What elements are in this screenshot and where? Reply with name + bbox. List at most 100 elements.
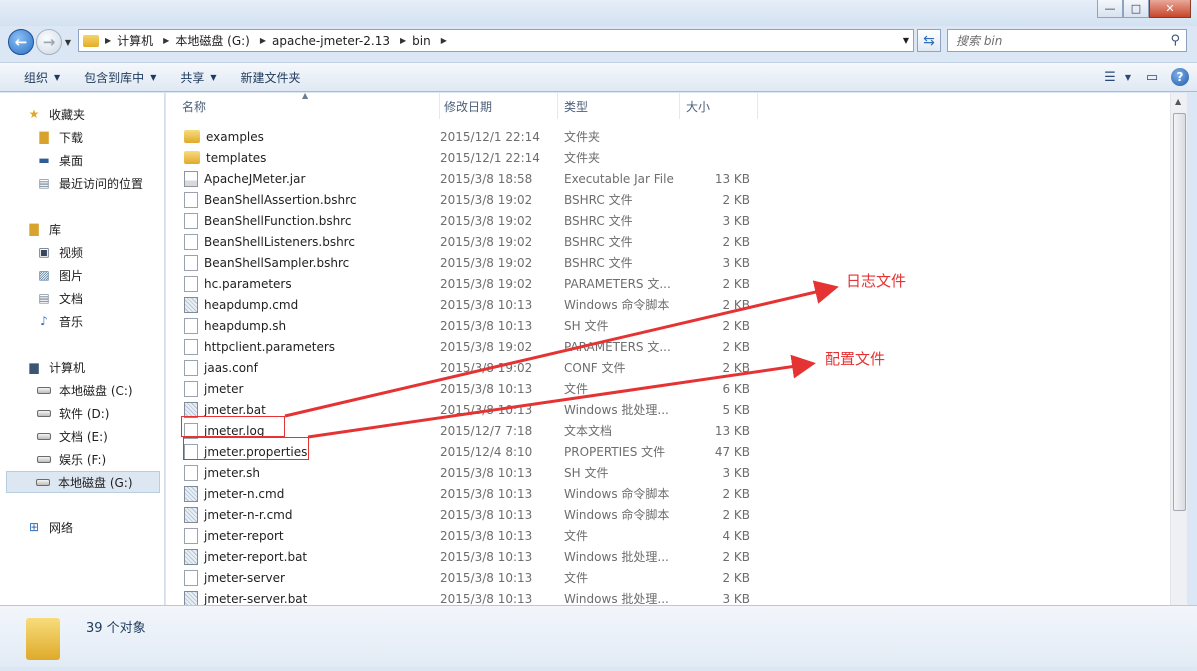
file-row[interactable]: jmeter-n-r.cmd 2015/3/8 10:13 Windows 命令脚本… bbox=[166, 504, 1187, 525]
file-name-cell: BeanShellListeners.bshrc bbox=[166, 233, 440, 250]
view-options-icon[interactable]: ☰ bbox=[1099, 67, 1121, 87]
nav-videos[interactable]: ▣ 视频 bbox=[36, 241, 83, 263]
nav-libraries[interactable]: ▇ 库 bbox=[26, 218, 61, 240]
file-row[interactable]: jmeter-server.bat 2015/3/8 10:13 Windows 批… bbox=[166, 588, 1187, 605]
file-row[interactable]: hc.parameters 2015/3/8 19:02 PARAMETERS 文.… bbox=[166, 273, 1187, 294]
annotation-log-file: 日志文件 bbox=[846, 272, 907, 290]
file-row[interactable]: BeanShellAssertion.bshrc 2015/3/8 19:02 BS… bbox=[166, 189, 1187, 210]
file-name-cell: hc.parameters bbox=[166, 275, 440, 292]
search-input[interactable] bbox=[948, 30, 1148, 51]
file-row[interactable]: jmeter.log 2015/12/7 7:18 文本文档 13 KB bbox=[166, 420, 1187, 441]
help-icon[interactable]: ? bbox=[1171, 68, 1189, 86]
scroll-up-icon[interactable]: ▲ bbox=[1175, 97, 1181, 106]
refresh-button[interactable]: ⇆ bbox=[917, 29, 941, 52]
recent-pages-dropdown[interactable]: ▼ bbox=[62, 38, 74, 47]
chevron-right-icon[interactable]: ▶ bbox=[260, 36, 266, 45]
file-name-cell: BeanShellFunction.bshrc bbox=[166, 212, 440, 229]
scroll-thumb[interactable] bbox=[1173, 113, 1186, 511]
file-date-cell: 2015/12/7 7:18 bbox=[440, 423, 533, 438]
nav-music[interactable]: ♪ 音乐 bbox=[36, 310, 83, 332]
file-name-cell: jmeter-n-r.cmd bbox=[166, 506, 440, 523]
nav-pictures[interactable]: ▨ 图片 bbox=[36, 264, 83, 286]
file-row[interactable]: jmeter-report.bat 2015/3/8 10:13 Windows 批… bbox=[166, 546, 1187, 567]
nav-computer[interactable]: ▆ 计算机 bbox=[26, 356, 85, 378]
highlight-box-properties bbox=[183, 437, 309, 460]
address-history-dropdown[interactable]: ▼ bbox=[903, 36, 909, 45]
file-row[interactable]: heapdump.cmd 2015/3/8 10:13 Windows 命令脚本 2 … bbox=[166, 294, 1187, 315]
include-library-menu[interactable]: 包含到库中 ▼ bbox=[72, 69, 168, 86]
file-row[interactable]: heapdump.sh 2015/3/8 10:13 SH 文件 2 KB bbox=[166, 315, 1187, 336]
nav-network[interactable]: ⊞ 网络 bbox=[26, 516, 73, 538]
nav-drive-d[interactable]: 软件 (D:) bbox=[36, 402, 109, 424]
file-type-cell: 文件夹 bbox=[564, 130, 601, 144]
chevron-down-icon: ▼ bbox=[210, 72, 217, 82]
file-date-cell: 2015/3/8 10:13 bbox=[440, 402, 533, 417]
minimize-button[interactable]: — bbox=[1097, 0, 1123, 18]
breadcrumb-bin[interactable]: bin bbox=[412, 34, 431, 48]
nav-drive-e[interactable]: 文档 (E:) bbox=[36, 425, 108, 447]
file-row[interactable]: httpclient.parameters 2015/3/8 19:02 PARAM… bbox=[166, 336, 1187, 357]
file-icon bbox=[184, 191, 198, 208]
nav-documents[interactable]: ▤ 文档 bbox=[36, 287, 83, 309]
chevron-right-icon[interactable]: ▶ bbox=[400, 36, 406, 45]
desktop-icon: ▬ bbox=[38, 153, 50, 167]
recent-places-icon: ▤ bbox=[38, 176, 50, 190]
drive-icon bbox=[36, 429, 52, 443]
nav-drive-c[interactable]: 本地磁盘 (C:) bbox=[36, 379, 133, 401]
nav-downloads[interactable]: ▇ 下载 bbox=[36, 126, 83, 148]
chevron-right-icon[interactable]: ▶ bbox=[163, 36, 169, 45]
file-row[interactable]: jmeter.sh 2015/3/8 10:13 SH 文件 3 KB bbox=[166, 462, 1187, 483]
breadcrumb-computer[interactable]: 计算机 bbox=[117, 32, 153, 49]
file-row[interactable]: jmeter-report 2015/3/8 10:13 文件 4 KB bbox=[166, 525, 1187, 546]
highlight-box-log bbox=[181, 416, 285, 437]
nav-recent-places[interactable]: ▤ 最近访问的位置 bbox=[36, 172, 143, 194]
organize-menu[interactable]: 组织 ▼ bbox=[0, 69, 72, 86]
close-button[interactable]: ✕ bbox=[1149, 0, 1191, 18]
file-type-cell: PROPERTIES 文件 bbox=[564, 445, 666, 459]
nav-drive-g[interactable]: 本地磁盘 (G:) bbox=[6, 471, 160, 493]
file-row[interactable]: examples 2015/12/1 22:14 文件夹 bbox=[166, 126, 1187, 147]
nav-drive-f[interactable]: 娱乐 (F:) bbox=[36, 448, 106, 470]
file-row[interactable]: ApacheJMeter.jar 2015/3/8 18:58 Executable… bbox=[166, 168, 1187, 189]
file-row[interactable]: jaas.conf 2015/3/8 19:02 CONF 文件 2 KB bbox=[166, 357, 1187, 378]
file-type-cell: BSHRC 文件 bbox=[564, 256, 633, 270]
back-button[interactable]: ← bbox=[8, 29, 34, 55]
file-size-cell: 5 KB bbox=[722, 402, 750, 417]
file-row[interactable]: jmeter.bat 2015/3/8 10:13 Windows 批处理... 5 … bbox=[166, 399, 1187, 420]
file-type-cell: Windows 命令脚本 bbox=[564, 508, 670, 522]
file-row[interactable]: BeanShellSampler.bshrc 2015/3/8 19:02 BSHR… bbox=[166, 252, 1187, 273]
file-row[interactable]: BeanShellFunction.bshrc 2015/3/8 19:02 BSH… bbox=[166, 210, 1187, 231]
file-type-cell: PARAMETERS 文... bbox=[564, 340, 671, 354]
new-folder-button[interactable]: 新建文件夹 bbox=[229, 69, 313, 86]
preview-pane-icon[interactable]: ▭ bbox=[1141, 67, 1163, 87]
search-icon[interactable]: ⚲ bbox=[1170, 33, 1180, 48]
column-headers: ▲ 名称 修改日期 类型 大小 bbox=[166, 93, 1187, 119]
vertical-scrollbar[interactable]: ▲ bbox=[1170, 93, 1187, 605]
breadcrumb-jmeter[interactable]: apache-jmeter-2.13 bbox=[272, 34, 390, 48]
chevron-right-icon[interactable]: ▶ bbox=[441, 36, 447, 45]
file-row[interactable]: jmeter-n.cmd 2015/3/8 10:13 Windows 命令脚本 2 … bbox=[166, 483, 1187, 504]
arrow-right-icon: → bbox=[42, 33, 56, 51]
search-box[interactable]: ⚲ bbox=[947, 29, 1187, 52]
chevron-down-icon[interactable]: ▼ bbox=[1123, 67, 1133, 87]
file-row[interactable]: jmeter.properties 2015/12/4 8:10 PROPERTIE… bbox=[166, 441, 1187, 462]
nav-favorites[interactable]: ★ 收藏夹 bbox=[26, 103, 85, 125]
file-row[interactable]: jmeter-server 2015/3/8 10:13 文件 2 KB bbox=[166, 567, 1187, 588]
system-drive-icon bbox=[36, 383, 52, 397]
file-row[interactable]: BeanShellListeners.bshrc 2015/3/8 19:02 BS… bbox=[166, 231, 1187, 252]
file-type-cell: Windows 批处理... bbox=[564, 403, 669, 417]
breadcrumb-drive-g[interactable]: 本地磁盘 (G:) bbox=[175, 32, 250, 49]
arrow-left-icon: ← bbox=[14, 33, 28, 51]
column-header-size[interactable]: 大小 bbox=[680, 93, 758, 119]
maximize-button[interactable]: □ bbox=[1123, 0, 1149, 18]
file-row[interactable]: templates 2015/12/1 22:14 文件夹 bbox=[166, 147, 1187, 168]
nav-desktop[interactable]: ▬ 桌面 bbox=[36, 149, 83, 171]
address-bar[interactable]: ▶ 计算机 ▶ 本地磁盘 (G:) ▶ apache-jmeter-2.13 ▶… bbox=[78, 29, 914, 52]
file-date-cell: 2015/3/8 10:13 bbox=[440, 486, 533, 501]
column-header-type[interactable]: 类型 bbox=[558, 93, 680, 119]
share-menu[interactable]: 共享 ▼ bbox=[168, 69, 228, 86]
forward-button[interactable]: → bbox=[36, 29, 62, 55]
file-row[interactable]: jmeter 2015/3/8 10:13 文件 6 KB bbox=[166, 378, 1187, 399]
column-header-date[interactable]: 修改日期 bbox=[440, 93, 558, 119]
file-date-cell: 2015/3/8 10:13 bbox=[440, 549, 533, 564]
